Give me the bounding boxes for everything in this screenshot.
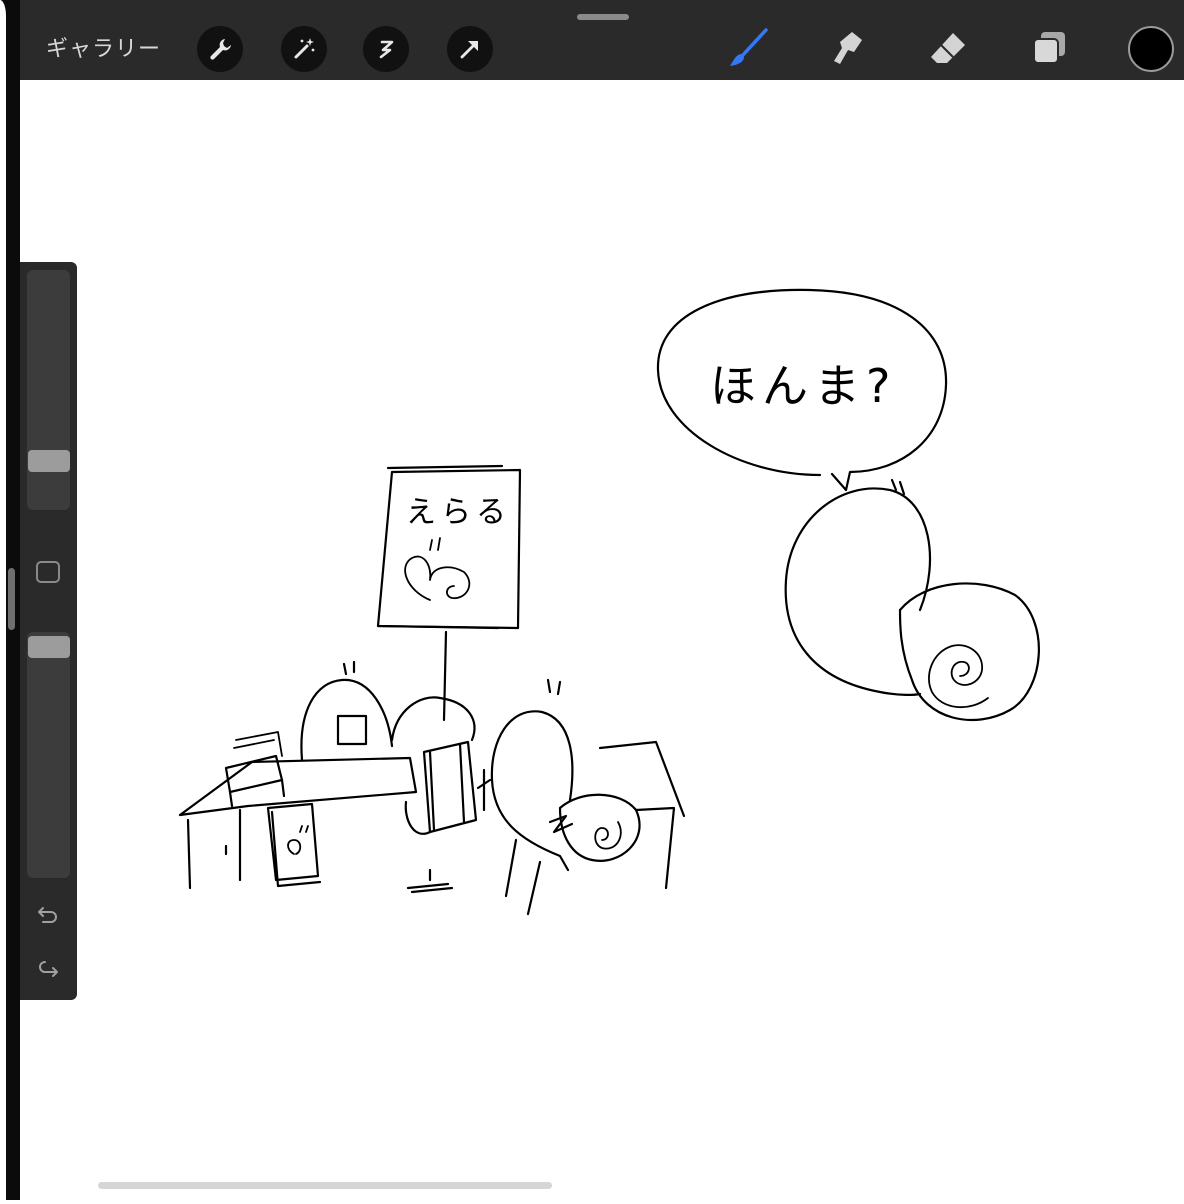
speech-bubble: ほんま?: [656, 288, 948, 492]
gallery-button[interactable]: ギャラリー: [46, 30, 161, 70]
home-indicator: [98, 1182, 552, 1189]
brush-icon: [730, 28, 768, 66]
top-toolbar: ギャラリー: [20, 0, 1184, 80]
brush-size-thumb[interactable]: [28, 450, 70, 472]
sign-text: えらる: [406, 495, 511, 530]
brush-sidebar: [20, 262, 77, 1000]
opacity-thumb[interactable]: [28, 636, 70, 658]
modify-button[interactable]: [36, 561, 60, 583]
smudge-icon: [834, 32, 862, 64]
magic-wand-icon: [294, 38, 315, 59]
undo-icon: [38, 907, 57, 923]
eraser-icon: [931, 33, 965, 63]
brush-button[interactable]: [724, 24, 772, 72]
drawing-canvas[interactable]: ほんま? えらる: [20, 80, 1184, 1200]
redo-button[interactable]: [33, 956, 63, 986]
layers-button[interactable]: [1025, 24, 1073, 72]
sketch-artwork: ほんま? えらる: [178, 288, 1040, 916]
speech-bubble-text: ほんま?: [710, 359, 896, 413]
selection-icon: [379, 40, 394, 59]
wrench-icon: [210, 39, 231, 60]
selection-button[interactable]: [363, 26, 409, 72]
layers-icon: [1033, 32, 1065, 64]
sidebar-drag-handle[interactable]: [8, 568, 15, 630]
transform-button[interactable]: [447, 26, 493, 72]
device-bezel-edge: [0, 0, 6, 1200]
transform-arrow-icon: [460, 41, 478, 59]
opacity-slider[interactable]: [27, 632, 70, 878]
actions-button[interactable]: [197, 26, 243, 72]
big-snail: [784, 478, 1040, 722]
brush-size-slider[interactable]: [27, 270, 70, 510]
redo-icon: [39, 961, 58, 977]
adjustments-button[interactable]: [281, 26, 327, 72]
color-picker-button[interactable]: [1128, 26, 1174, 72]
undo-button[interactable]: [33, 900, 63, 930]
desk-scene: [178, 660, 686, 916]
eraser-button[interactable]: [924, 24, 972, 72]
smudge-button[interactable]: [824, 24, 872, 72]
sign-board: えらる: [376, 464, 522, 722]
toolbar-grabber[interactable]: [577, 14, 629, 20]
